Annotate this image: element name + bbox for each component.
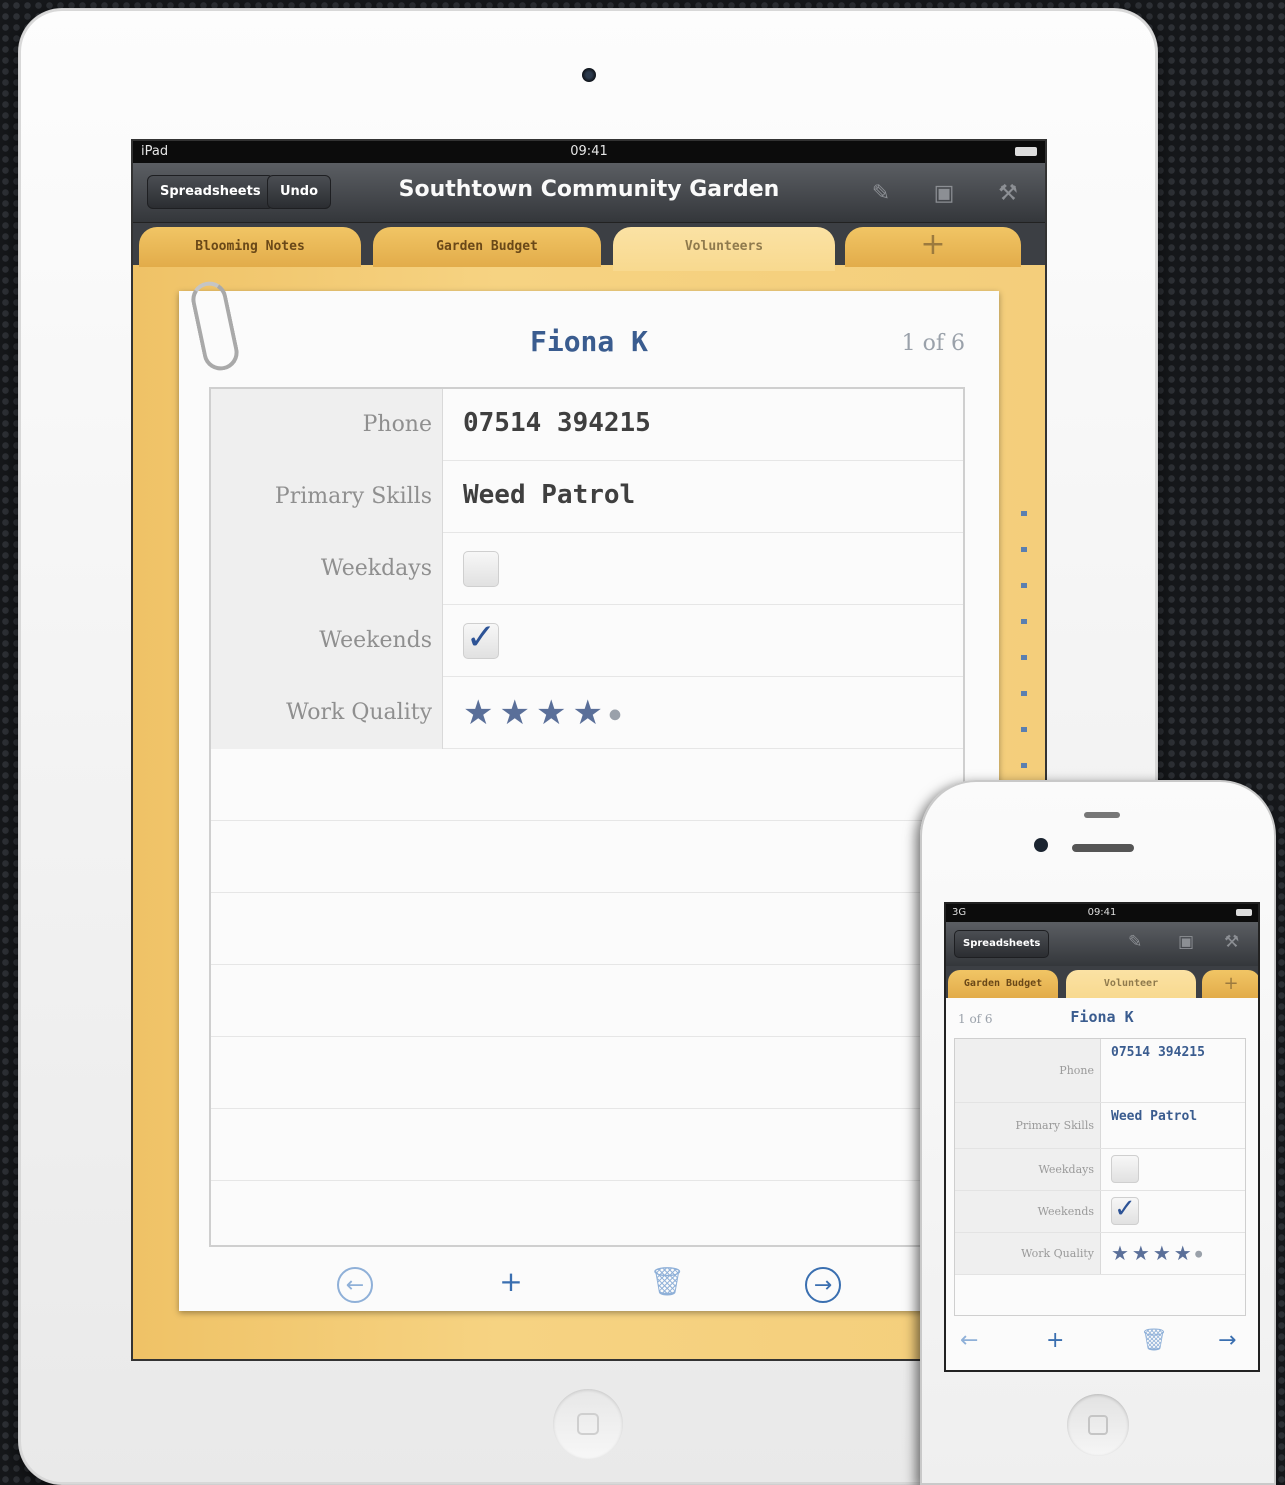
tab-volunteers[interactable]: Volunteers (613, 227, 835, 271)
navigation-bar: Spreadsheets Undo Southtown Community Ga… (133, 163, 1045, 223)
prev-arrow-icon[interactable]: ← (337, 1267, 373, 1303)
status-bar: iPad 09:41 (133, 141, 1045, 163)
home-button[interactable] (1067, 1394, 1129, 1456)
add-record-button[interactable]: + (493, 1265, 529, 1301)
field-label: Weekends (211, 605, 443, 677)
prev-arrow-icon[interactable]: ← (960, 1328, 978, 1353)
checkmark-icon: ✓ (1114, 1194, 1136, 1224)
add-tab-button[interactable]: + (845, 227, 1021, 267)
work-quality-rating[interactable]: ★★★★● (463, 677, 627, 749)
tab-bar: Blooming Notes Garden Budget Volunteers … (133, 223, 1045, 271)
home-square-icon (577, 1413, 599, 1435)
wrench-icon[interactable]: ⚒ (993, 179, 1023, 209)
table-row: Work Quality ★★★★● (211, 677, 963, 749)
phone-field[interactable]: 07514 394215 (1111, 1045, 1205, 1062)
spreadsheets-button[interactable]: Spreadsheets (954, 930, 1050, 958)
field-label: Weekends (955, 1191, 1101, 1232)
table-row: Weekdays (211, 533, 963, 605)
camera (582, 68, 596, 82)
earpiece-slot (1084, 812, 1120, 818)
weekends-checkbox[interactable]: ✓ (463, 620, 499, 659)
weekdays-checkbox[interactable] (463, 551, 499, 587)
table-row: Primary Skills Weed Patrol (211, 461, 963, 533)
field-label: Weekdays (955, 1149, 1101, 1190)
table-row: Weekends ✓ (211, 605, 963, 677)
insert-icon[interactable]: ▣ (929, 179, 959, 209)
table-row: Weekdays (955, 1149, 1245, 1191)
table-row: Work Quality ★★★★● (955, 1233, 1245, 1275)
battery-icon (1015, 147, 1037, 156)
record-card: 1 of 6 Fiona K Phone 07514 394215 Primar… (946, 998, 1258, 1370)
record-count: 1 of 6 (901, 331, 965, 356)
iphone-device: 3G 09:41 Spreadsheets ✎ ▣ ⚒ Garden Budge… (920, 780, 1276, 1485)
trash-icon[interactable]: 🗑 (649, 1265, 685, 1301)
status-time: 09:41 (1087, 907, 1117, 918)
tab-volunteer[interactable]: Volunteer (1066, 970, 1196, 998)
wrench-icon[interactable]: ⚒ (1224, 932, 1239, 952)
camera (1034, 838, 1048, 852)
field-label: Work Quality (955, 1233, 1101, 1274)
iphone-screen: 3G 09:41 Spreadsheets ✎ ▣ ⚒ Garden Budge… (944, 902, 1260, 1372)
battery-icon (1236, 909, 1252, 916)
table-row: Weekends ✓ (955, 1191, 1245, 1233)
primary-skills-field[interactable]: Weed Patrol (1111, 1109, 1197, 1126)
record-card: Fiona K 1 of 6 Phone 07514 394215 Primar… (179, 278, 999, 1311)
brush-icon[interactable]: ✎ (1128, 932, 1142, 952)
record-title: Fiona K (1070, 1008, 1134, 1026)
field-label: Work Quality (211, 677, 443, 749)
tab-garden-budget[interactable]: Garden Budget (373, 227, 601, 267)
next-arrow-icon[interactable]: → (1218, 1328, 1236, 1353)
next-arrow-icon[interactable]: → (805, 1267, 841, 1303)
tab-garden-budget[interactable]: Garden Budget (948, 970, 1058, 998)
page-title: Southtown Community Garden (398, 177, 780, 202)
spreadsheets-button[interactable]: Spreadsheets (147, 175, 274, 209)
record-table: Phone 07514 394215 Primary Skills Weed P… (954, 1038, 1246, 1316)
weekends-checkbox[interactable]: ✓ (1111, 1194, 1139, 1225)
status-bar: 3G 09:41 (946, 904, 1258, 922)
field-label: Phone (955, 1039, 1101, 1102)
trash-icon[interactable]: 🗑 (1140, 1328, 1168, 1353)
brush-icon[interactable]: ✎ (866, 179, 896, 209)
field-label: Phone (211, 389, 443, 461)
ipad-screen: iPad 09:41 Spreadsheets Undo Southtown C… (131, 139, 1047, 1361)
page-dots (1021, 511, 1027, 781)
work-quality-rating[interactable]: ★★★★● (1111, 1241, 1206, 1265)
weekdays-checkbox[interactable] (1111, 1155, 1139, 1183)
primary-skills-field[interactable]: Weed Patrol (463, 461, 635, 533)
field-label: Primary Skills (211, 461, 443, 533)
home-square-icon (1088, 1415, 1108, 1435)
add-record-button[interactable]: + (1046, 1328, 1064, 1353)
home-button[interactable] (553, 1389, 623, 1459)
field-label: Primary Skills (955, 1103, 1101, 1148)
tab-bar: Garden Budget Volunteer + (946, 966, 1258, 998)
navigation-bar: Spreadsheets ✎ ▣ ⚒ (946, 922, 1258, 966)
table-row: Phone 07514 394215 (211, 389, 963, 461)
tab-blooming-notes[interactable]: Blooming Notes (139, 227, 361, 267)
checkmark-icon: ✓ (465, 617, 497, 658)
add-tab-button[interactable]: + (1202, 970, 1258, 998)
insert-icon[interactable]: ▣ (1178, 932, 1194, 952)
field-label: Weekdays (211, 533, 443, 605)
undo-button[interactable]: Undo (267, 175, 332, 209)
record-table: Phone 07514 394215 Primary Skills Weed P… (209, 387, 965, 1247)
speaker (1072, 844, 1134, 852)
table-row: Phone 07514 394215 (955, 1039, 1245, 1103)
record-title: Fiona K (529, 325, 648, 358)
phone-field[interactable]: 07514 394215 (463, 389, 651, 461)
status-time: 09:41 (570, 144, 608, 159)
table-row: Primary Skills Weed Patrol (955, 1103, 1245, 1149)
